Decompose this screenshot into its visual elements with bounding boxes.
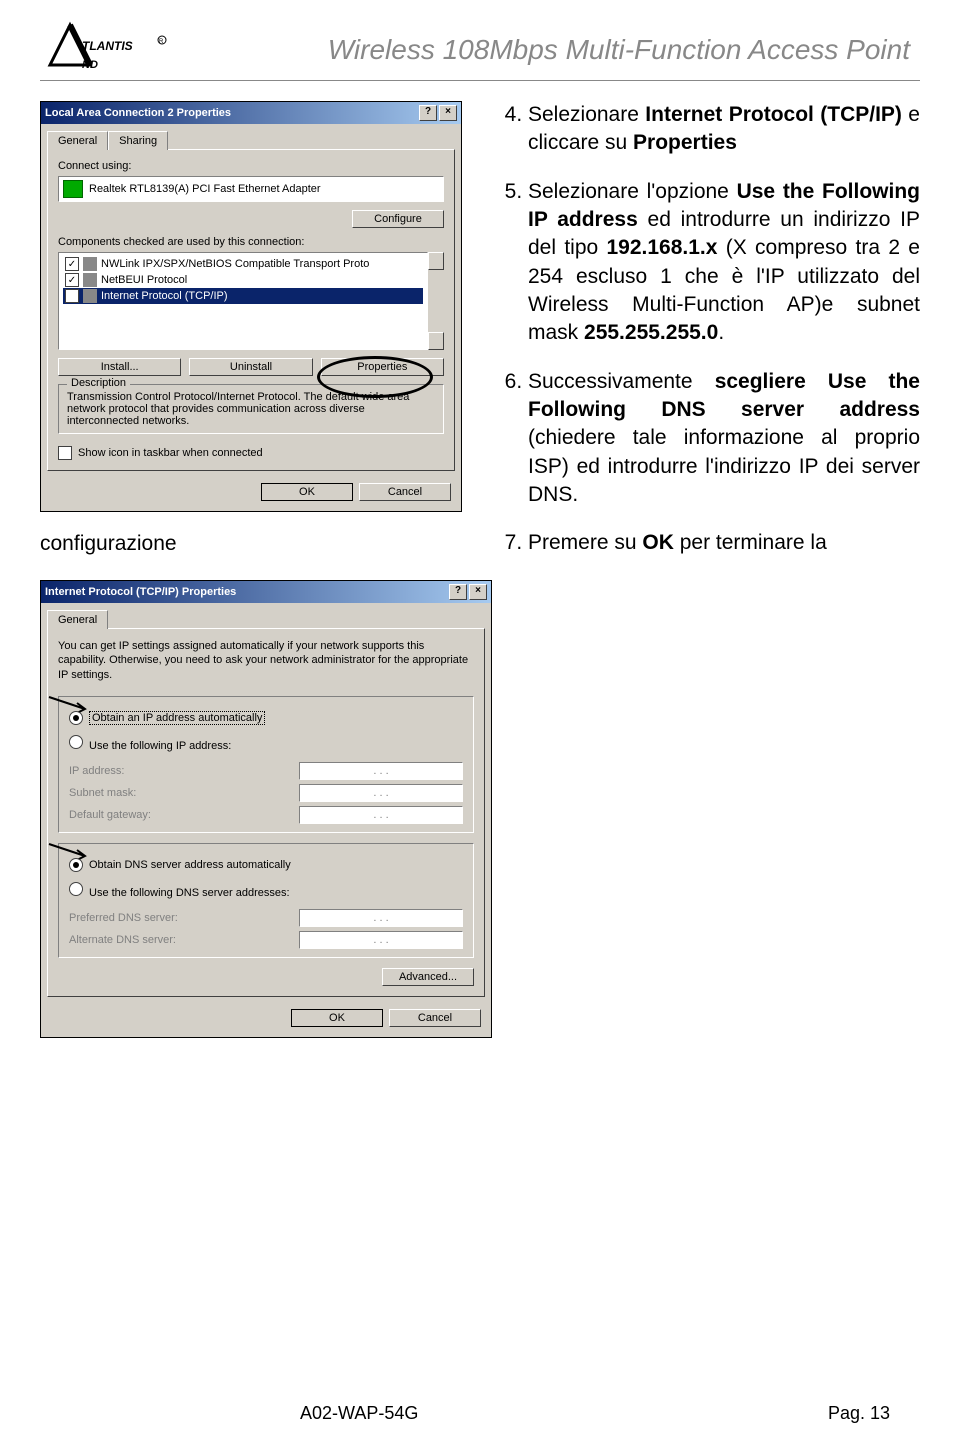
adapter-name: Realtek RTL8139(A) PCI Fast Ethernet Ada… xyxy=(89,183,321,195)
connection-properties-dialog: Local Area Connection 2 Properties ? × G… xyxy=(40,101,462,512)
svg-text:TLANTIS: TLANTIS xyxy=(82,39,133,53)
checkbox-icon[interactable] xyxy=(58,446,72,460)
components-label: Components checked are used by this conn… xyxy=(58,236,444,248)
radio-use-ip[interactable]: Use the following IP address: xyxy=(69,735,463,752)
network-adapter-icon xyxy=(63,180,83,198)
tab-general[interactable]: General xyxy=(47,131,108,150)
preferred-dns-field[interactable]: . . . xyxy=(299,909,463,927)
radio-obtain-ip[interactable]: Obtain an IP address automatically xyxy=(69,711,463,725)
footer-code: A02-WAP-54G xyxy=(300,1403,418,1424)
page-footer: A02-WAP-54G Pag. 13 xyxy=(0,1403,960,1424)
properties-button[interactable]: Properties xyxy=(321,358,444,376)
description-text: Transmission Control Protocol/Internet P… xyxy=(67,391,435,427)
instruction-item: Selezionare Internet Protocol (TCP/IP) e… xyxy=(528,101,920,158)
dialog-title: Internet Protocol (TCP/IP) Properties xyxy=(45,586,236,598)
config-continuation: configurazione xyxy=(40,532,470,556)
svg-text:ND: ND xyxy=(82,59,98,71)
checkbox-icon[interactable]: ✓ xyxy=(65,257,79,271)
instruction-item: Selezionare l'opzione Use the Following … xyxy=(528,178,920,348)
protocol-icon xyxy=(83,273,97,287)
header-divider xyxy=(40,80,920,81)
list-item[interactable]: ✓NetBEUI Protocol xyxy=(63,272,423,288)
svg-text:R: R xyxy=(159,39,164,45)
protocol-icon xyxy=(83,289,97,303)
connect-using-label: Connect using: xyxy=(58,160,444,172)
tab-sharing[interactable]: Sharing xyxy=(108,131,168,150)
radio-obtain-dns[interactable]: Obtain DNS server address automatically xyxy=(69,858,463,872)
description-legend: Description xyxy=(67,377,130,389)
ok-button[interactable]: OK xyxy=(261,483,353,501)
ok-button[interactable]: OK xyxy=(291,1009,383,1027)
subnet-label: Subnet mask: xyxy=(69,787,136,799)
ip-address-field[interactable]: . . . xyxy=(299,762,463,780)
dialog-title: Local Area Connection 2 Properties xyxy=(45,107,231,119)
cancel-button[interactable]: Cancel xyxy=(389,1009,481,1027)
close-icon[interactable]: × xyxy=(439,105,457,121)
advanced-button[interactable]: Advanced... xyxy=(382,968,474,986)
ip-address-label: IP address: xyxy=(69,765,124,777)
help-icon[interactable]: ? xyxy=(419,105,437,121)
cancel-button[interactable]: Cancel xyxy=(359,483,451,501)
scroll-up-icon[interactable] xyxy=(428,252,444,270)
dialog-titlebar[interactable]: Internet Protocol (TCP/IP) Properties ? … xyxy=(41,581,491,603)
uninstall-button[interactable]: Uninstall xyxy=(189,358,312,376)
dialog-description: You can get IP settings assigned automat… xyxy=(58,639,474,682)
adapter-field: Realtek RTL8139(A) PCI Fast Ethernet Ada… xyxy=(58,176,444,202)
brand-logo: TLANTIS R ND xyxy=(40,20,170,80)
show-icon-checkbox[interactable]: Show icon in taskbar when connected xyxy=(58,446,444,460)
close-icon[interactable]: × xyxy=(469,584,487,600)
instruction-item: Successivamente scegliere Use the Follow… xyxy=(528,368,920,510)
alternate-dns-label: Alternate DNS server: xyxy=(69,934,176,946)
components-listbox[interactable]: ✓NWLink IPX/SPX/NetBIOS Compatible Trans… xyxy=(58,252,428,350)
scroll-down-icon[interactable] xyxy=(428,332,444,350)
footer-page: Pag. 13 xyxy=(828,1403,890,1424)
description-group: Description Transmission Control Protoco… xyxy=(58,384,444,434)
gateway-field[interactable]: . . . xyxy=(299,806,463,824)
install-button[interactable]: Install... xyxy=(58,358,181,376)
list-item[interactable]: ✓NWLink IPX/SPX/NetBIOS Compatible Trans… xyxy=(63,256,423,272)
document-title: Wireless 108Mbps Multi-Function Access P… xyxy=(180,34,920,66)
instruction-list: Selezionare Internet Protocol (TCP/IP) e… xyxy=(500,101,920,1058)
list-item-selected[interactable]: ✓Internet Protocol (TCP/IP) xyxy=(63,288,423,304)
configure-button[interactable]: Configure xyxy=(352,210,444,228)
help-icon[interactable]: ? xyxy=(449,584,467,600)
instruction-item: Premere su OK per terminare la xyxy=(528,529,920,557)
gateway-label: Default gateway: xyxy=(69,809,151,821)
protocol-icon xyxy=(83,257,97,271)
dialog-titlebar[interactable]: Local Area Connection 2 Properties ? × xyxy=(41,102,461,124)
tab-general[interactable]: General xyxy=(47,610,108,629)
page-header: TLANTIS R ND Wireless 108Mbps Multi-Func… xyxy=(40,20,920,80)
tcpip-properties-dialog: Internet Protocol (TCP/IP) Properties ? … xyxy=(40,580,492,1038)
checkbox-icon[interactable]: ✓ xyxy=(65,289,79,303)
scrollbar[interactable] xyxy=(428,252,444,350)
preferred-dns-label: Preferred DNS server: xyxy=(69,912,178,924)
alternate-dns-field[interactable]: . . . xyxy=(299,931,463,949)
radio-use-dns[interactable]: Use the following DNS server addresses: xyxy=(69,882,463,899)
subnet-field[interactable]: . . . xyxy=(299,784,463,802)
checkbox-icon[interactable]: ✓ xyxy=(65,273,79,287)
